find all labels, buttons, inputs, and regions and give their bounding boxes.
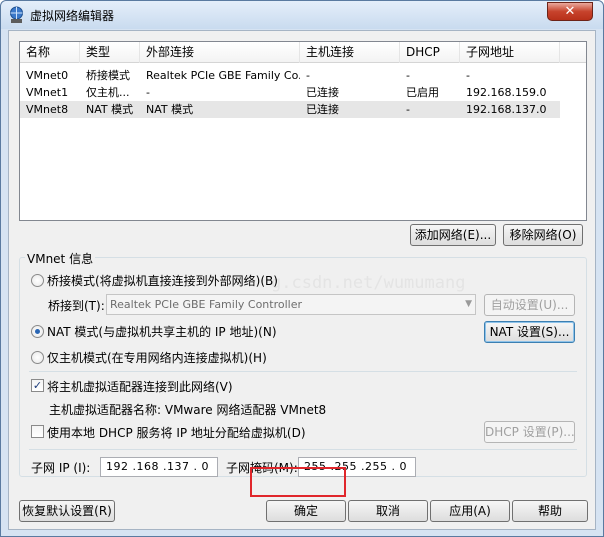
column-external[interactable]: 外部连接 bbox=[140, 42, 300, 63]
cell-dhcp: - bbox=[406, 69, 410, 82]
cell-type: 仅主机... bbox=[86, 86, 130, 99]
cell-name: VMnet1 bbox=[26, 86, 69, 99]
ok-button[interactable]: 确定 bbox=[266, 500, 346, 522]
virtual-network-editor-window: 虚拟网络编辑器 ✕ 名称 类型 外部连接 主机连接 DHCP 子网地址 VMne… bbox=[0, 0, 604, 537]
remove-network-button[interactable]: 移除网络(O) bbox=[503, 224, 583, 246]
cell-host-connection: 已连接 bbox=[306, 103, 339, 116]
column-dhcp[interactable]: DHCP bbox=[400, 42, 460, 63]
bridge-to-value: Realtek PCIe GBE Family Controller bbox=[110, 298, 303, 311]
cell-host-connection: 已连接 bbox=[306, 86, 339, 99]
cell-type: 桥接模式 bbox=[86, 69, 130, 82]
cell-dhcp: 已启用 bbox=[406, 86, 439, 99]
cell-subnet: 192.168.137.0 bbox=[466, 103, 547, 116]
table-row[interactable]: VMnet0 桥接模式 Realtek PCIe GBE Family Co..… bbox=[20, 67, 560, 84]
bridge-to-select[interactable]: Realtek PCIe GBE Family Controller ▼ bbox=[106, 294, 476, 315]
column-type[interactable]: 类型 bbox=[80, 42, 140, 63]
connect-adapter-label[interactable]: 将主机虚拟适配器连接到此网络(V) bbox=[47, 378, 233, 395]
cell-external: - bbox=[146, 86, 150, 99]
column-host-connection[interactable]: 主机连接 bbox=[300, 42, 400, 63]
cell-external: Realtek PCIe GBE Family Co... bbox=[146, 69, 300, 82]
title-bar[interactable]: 虚拟网络编辑器 ✕ bbox=[1, 1, 603, 29]
add-network-button[interactable]: 添加网络(E)... bbox=[410, 224, 496, 246]
list-header: 名称 类型 外部连接 主机连接 DHCP 子网地址 bbox=[20, 42, 586, 63]
network-globe-icon bbox=[10, 6, 23, 23]
table-row[interactable]: VMnet1 仅主机... - 已连接 已启用 192.168.159.0 bbox=[20, 84, 560, 101]
cell-subnet: 192.168.159.0 bbox=[466, 86, 547, 99]
cell-external: NAT 模式 bbox=[146, 103, 194, 116]
adapter-name-text: 主机虚拟适配器名称: VMware 网络适配器 VMnet8 bbox=[49, 403, 327, 417]
divider bbox=[29, 371, 577, 372]
host-only-radio[interactable] bbox=[31, 351, 44, 364]
subnet-ip-field[interactable]: 192 .168 .137 . 0 bbox=[100, 457, 218, 477]
window-title: 虚拟网络编辑器 bbox=[30, 9, 115, 23]
nat-mode-label[interactable]: NAT 模式(与虚拟机共享主机的 IP 地址)(N) bbox=[47, 323, 277, 340]
cell-name: VMnet0 bbox=[26, 69, 69, 82]
network-list[interactable]: 名称 类型 外部连接 主机连接 DHCP 子网地址 VMnet0 桥接模式 Re… bbox=[19, 41, 587, 221]
cancel-button[interactable]: 取消 bbox=[348, 500, 428, 522]
subnet-ip-label: 子网 IP (I): bbox=[31, 461, 91, 475]
help-button[interactable]: 帮助 bbox=[512, 500, 588, 522]
host-only-label[interactable]: 仅主机模式(在专用网络内连接虚拟机)(H) bbox=[47, 349, 267, 366]
dialog-body: 名称 类型 外部连接 主机连接 DHCP 子网地址 VMnet0 桥接模式 Re… bbox=[8, 30, 596, 530]
column-name[interactable]: 名称 bbox=[20, 42, 80, 63]
ok-highlight-box bbox=[250, 467, 346, 497]
vmnet-info-title: VMnet 信息 bbox=[25, 250, 96, 267]
cell-host-connection: - bbox=[306, 69, 310, 82]
connect-adapter-checkbox[interactable]: ✓ bbox=[31, 379, 44, 392]
close-icon: ✕ bbox=[564, 4, 576, 19]
dhcp-checkbox[interactable] bbox=[31, 425, 44, 438]
cell-subnet: - bbox=[466, 69, 470, 82]
nat-settings-button[interactable]: NAT 设置(S)... bbox=[484, 321, 575, 343]
apply-button[interactable]: 应用(A) bbox=[430, 500, 510, 522]
chevron-down-icon: ▼ bbox=[465, 299, 472, 309]
bridged-mode-radio[interactable] bbox=[31, 274, 44, 287]
divider bbox=[29, 449, 577, 450]
restore-defaults-button[interactable]: 恢复默认设置(R) bbox=[19, 500, 115, 522]
dhcp-settings-button[interactable]: DHCP 设置(P)... bbox=[484, 421, 575, 443]
bridged-mode-label[interactable]: 桥接模式(将虚拟机直接连接到外部网络)(B) bbox=[47, 272, 278, 289]
nat-mode-radio[interactable] bbox=[31, 325, 44, 338]
cell-dhcp: - bbox=[406, 103, 410, 116]
column-subnet[interactable]: 子网地址 bbox=[460, 42, 560, 63]
table-row-selected[interactable]: VMnet8 NAT 模式 NAT 模式 已连接 - 192.168.137.0 bbox=[20, 101, 560, 118]
watermark: g.csdn.net/wumumang bbox=[271, 273, 466, 293]
close-button[interactable]: ✕ bbox=[547, 2, 593, 21]
cell-name: VMnet8 bbox=[26, 103, 69, 116]
bridge-to-label: 桥接到(T): bbox=[48, 299, 105, 313]
auto-settings-button[interactable]: 自动设置(U)... bbox=[484, 294, 575, 316]
cell-type: NAT 模式 bbox=[86, 103, 134, 116]
dhcp-label[interactable]: 使用本地 DHCP 服务将 IP 地址分配给虚拟机(D) bbox=[47, 424, 306, 441]
